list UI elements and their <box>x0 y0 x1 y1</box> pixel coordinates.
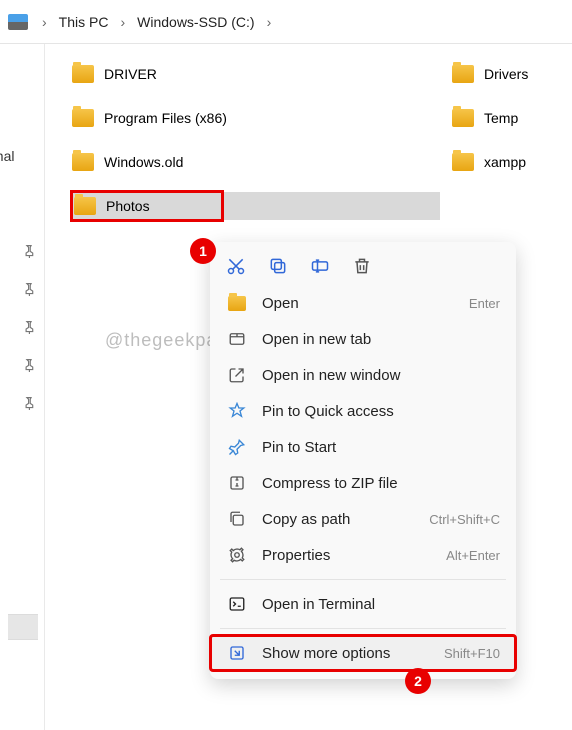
pin-star-icon <box>226 402 248 420</box>
menu-show-more-options[interactable]: Show more options Shift+F10 <box>210 635 516 671</box>
delete-icon[interactable] <box>352 256 372 276</box>
menu-shortcut: Ctrl+Shift+C <box>429 512 500 527</box>
menu-divider <box>220 579 506 580</box>
folder-label: Photos <box>106 198 150 214</box>
pin-icon <box>226 438 248 456</box>
terminal-icon <box>226 595 248 613</box>
navigation-pane[interactable]: onal <box>0 44 45 730</box>
folder-label: Windows.old <box>104 154 183 170</box>
cut-icon[interactable] <box>226 256 246 276</box>
folder-label: Temp <box>484 110 518 126</box>
folder-label: xampp <box>484 154 526 170</box>
tab-icon <box>226 330 248 348</box>
menu-pin-quick-access[interactable]: Pin to Quick access <box>210 393 516 429</box>
copy-icon[interactable] <box>268 256 288 276</box>
pin-icon <box>22 282 36 296</box>
menu-label: Open in new window <box>262 367 500 384</box>
folder-open-icon <box>226 296 248 311</box>
folder-item[interactable]: Windows.old <box>70 148 440 176</box>
chevron-right-icon: › <box>263 14 276 30</box>
folder-icon <box>452 109 474 127</box>
menu-properties[interactable]: Properties Alt+Enter <box>210 537 516 573</box>
menu-shortcut: Alt+Enter <box>446 548 500 563</box>
properties-icon <box>226 546 248 564</box>
sidebar-selection[interactable] <box>8 614 38 640</box>
folder-label: DRIVER <box>104 66 157 82</box>
folder-label: Drivers <box>484 66 528 82</box>
breadcrumb[interactable]: › This PC › Windows-SSD (C:) › <box>0 0 572 44</box>
menu-label: Pin to Start <box>262 439 500 456</box>
folder-label: Program Files (x86) <box>104 110 227 126</box>
file-list[interactable]: DRIVER Drivers Program Files (x86) Temp … <box>70 60 572 220</box>
menu-pin-start[interactable]: Pin to Start <box>210 429 516 465</box>
breadcrumb-drive[interactable]: Windows-SSD (C:) <box>133 12 258 32</box>
folder-icon <box>72 109 94 127</box>
menu-label: Properties <box>262 547 432 564</box>
chevron-right-icon: › <box>116 14 129 30</box>
menu-label: Show more options <box>262 645 430 662</box>
folder-icon <box>72 153 94 171</box>
menu-compress-zip[interactable]: Compress to ZIP file <box>210 465 516 501</box>
rename-icon[interactable] <box>310 256 330 276</box>
menu-copy-path[interactable]: Copy as path Ctrl+Shift+C <box>210 501 516 537</box>
folder-icon <box>74 197 96 215</box>
annotation-badge-2: 2 <box>405 668 431 694</box>
pin-icon <box>22 396 36 410</box>
folder-item[interactable]: Temp <box>450 104 572 132</box>
quick-actions <box>210 248 516 286</box>
annotation-badge-1: 1 <box>190 238 216 264</box>
menu-label: Compress to ZIP file <box>262 475 500 492</box>
pin-icon <box>22 320 36 334</box>
folder-item[interactable]: DRIVER <box>70 60 440 88</box>
zip-icon <box>226 474 248 492</box>
breadcrumb-pc[interactable]: This PC <box>55 12 113 32</box>
folder-item[interactable]: Program Files (x86) <box>70 104 440 132</box>
pin-icon <box>22 244 36 258</box>
more-options-icon <box>226 644 248 662</box>
menu-label: Open in Terminal <box>262 596 500 613</box>
menu-shortcut: Shift+F10 <box>444 646 500 661</box>
chevron-right-icon: › <box>38 14 51 30</box>
folder-icon <box>72 65 94 83</box>
sidebar-label-fragment: onal <box>0 148 14 164</box>
pc-icon <box>8 14 28 30</box>
menu-label: Open <box>262 295 455 312</box>
copy-path-icon <box>226 510 248 528</box>
menu-label: Copy as path <box>262 511 415 528</box>
external-link-icon <box>226 366 248 384</box>
folder-icon <box>452 65 474 83</box>
menu-label: Pin to Quick access <box>262 403 500 420</box>
folder-item[interactable]: xampp <box>450 148 572 176</box>
pin-icon <box>22 358 36 372</box>
menu-open[interactable]: Open Enter <box>210 286 516 321</box>
menu-open-new-window[interactable]: Open in new window <box>210 357 516 393</box>
folder-icon <box>452 153 474 171</box>
menu-label: Open in new tab <box>262 331 500 348</box>
folder-item-selected[interactable]: Photos <box>70 192 440 220</box>
menu-open-new-tab[interactable]: Open in new tab <box>210 321 516 357</box>
menu-shortcut: Enter <box>469 296 500 311</box>
context-menu: Open Enter Open in new tab Open in new w… <box>210 242 516 679</box>
menu-divider <box>220 628 506 629</box>
folder-item[interactable]: Drivers <box>450 60 572 88</box>
menu-open-terminal[interactable]: Open in Terminal <box>210 586 516 622</box>
